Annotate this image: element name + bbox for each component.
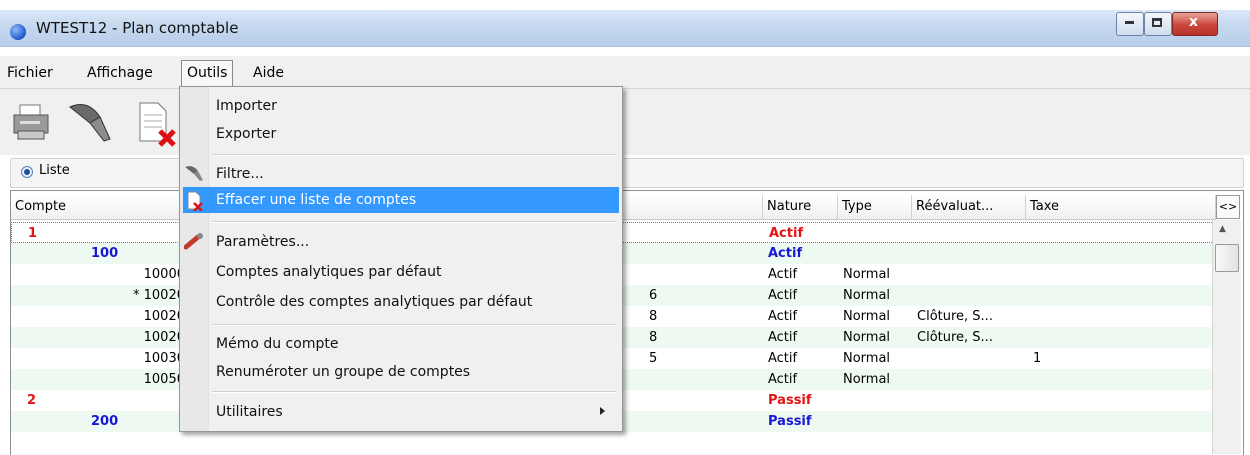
cell-libelle-partial: 8 — [649, 309, 658, 324]
title-bar: WTEST12 - Plan comptable x — [0, 10, 1250, 47]
cell-nature: Actif — [769, 226, 804, 241]
column-header-reevaluation[interactable]: Réévaluat... — [912, 195, 1026, 219]
cell-nature: Actif — [768, 246, 803, 261]
menu-item-filtre[interactable]: Filtre... — [216, 161, 264, 187]
submenu-arrow-icon — [600, 407, 605, 415]
cell-compte: 2 — [27, 393, 37, 408]
wrench-icon — [183, 233, 206, 255]
cell-type: Normal — [843, 267, 891, 282]
delete-document-icon — [186, 191, 204, 215]
cell-compte: 200 — [91, 414, 119, 429]
cell-type: Normal — [843, 372, 891, 387]
scrollbar-thumb[interactable] — [1215, 244, 1239, 272]
cell-compte: 1 — [28, 226, 38, 241]
column-header-nature[interactable]: Nature — [763, 195, 838, 219]
cell-nature: Actif — [768, 372, 798, 387]
cell-compte: * 10020 — [133, 288, 185, 303]
print-icon[interactable] — [10, 101, 54, 149]
cell-nature: Actif — [768, 288, 798, 303]
menu-item-importer[interactable]: Importer — [216, 93, 277, 119]
menu-item-renumeroter-groupe[interactable]: Renuméroter un groupe de comptes — [216, 359, 470, 385]
column-toggle-button[interactable]: <> — [1216, 195, 1240, 219]
menu-affichage[interactable]: Affichage — [82, 62, 158, 84]
liste-radio-label: Liste — [39, 163, 70, 178]
cell-nature: Passif — [768, 414, 812, 429]
cell-reevaluation: Clôture, S... — [917, 330, 993, 345]
menu-aide[interactable]: Aide — [248, 62, 289, 84]
cell-taxe: 1 — [1033, 351, 1042, 366]
menu-item-parametres[interactable]: Paramètres... — [216, 229, 309, 255]
menu-separator — [212, 391, 616, 393]
cell-type: Normal — [843, 309, 891, 324]
cell-compte: 100 — [91, 246, 119, 261]
cell-libelle-partial: 8 — [649, 330, 658, 345]
cell-nature: Actif — [768, 267, 798, 282]
close-button[interactable]: x — [1172, 12, 1218, 36]
menu-item-exporter[interactable]: Exporter — [216, 121, 276, 147]
menu-fichier[interactable]: Fichier — [2, 62, 58, 84]
cell-type: Normal — [843, 330, 891, 345]
menu-separator — [212, 154, 616, 156]
cell-reevaluation: Clôture, S... — [917, 309, 993, 324]
close-icon: x — [1189, 14, 1199, 30]
cell-nature: Actif — [768, 309, 798, 324]
scroll-up-icon[interactable]: ▲ — [1219, 224, 1226, 234]
app-icon — [10, 24, 26, 40]
outils-dropdown-menu: Importer Exporter Filtre... Effacer une … — [179, 86, 623, 432]
column-header-taxe[interactable]: Taxe — [1026, 195, 1216, 219]
column-header-type[interactable]: Type — [838, 195, 912, 219]
delete-document-icon[interactable] — [136, 101, 180, 151]
menu-separator — [212, 221, 616, 223]
cell-nature: Passif — [768, 393, 812, 408]
cell-nature: Actif — [768, 330, 798, 345]
cell-type: Normal — [843, 288, 891, 303]
cell-libelle-partial: 6 — [649, 288, 658, 303]
minimize-button[interactable] — [1116, 12, 1144, 36]
filter-icon[interactable] — [66, 99, 112, 149]
menu-item-memo-compte[interactable]: Mémo du compte — [216, 331, 338, 357]
menu-item-controle-comptes-analytiques[interactable]: Contrôle des comptes analytiques par déf… — [216, 289, 532, 315]
menu-bar: Fichier Affichage Outils Aide — [0, 56, 1250, 89]
liste-radio[interactable] — [21, 166, 33, 178]
menu-separator — [212, 324, 616, 326]
vertical-scrollbar[interactable]: ▲ — [1212, 220, 1241, 454]
cell-nature: Actif — [768, 351, 798, 366]
filter-icon — [184, 164, 204, 186]
menu-item-comptes-analytiques-defaut[interactable]: Comptes analytiques par défaut — [216, 259, 441, 285]
menu-item-effacer-liste-comptes[interactable]: Effacer une liste de comptes — [216, 187, 416, 213]
menu-item-utilitaires[interactable]: Utilitaires — [216, 399, 283, 425]
maximize-button[interactable] — [1144, 12, 1172, 36]
cell-libelle-partial: 5 — [649, 351, 658, 366]
menu-outils[interactable]: Outils — [181, 60, 234, 87]
window-title: WTEST12 - Plan comptable — [36, 19, 239, 37]
cell-type: Normal — [843, 351, 891, 366]
